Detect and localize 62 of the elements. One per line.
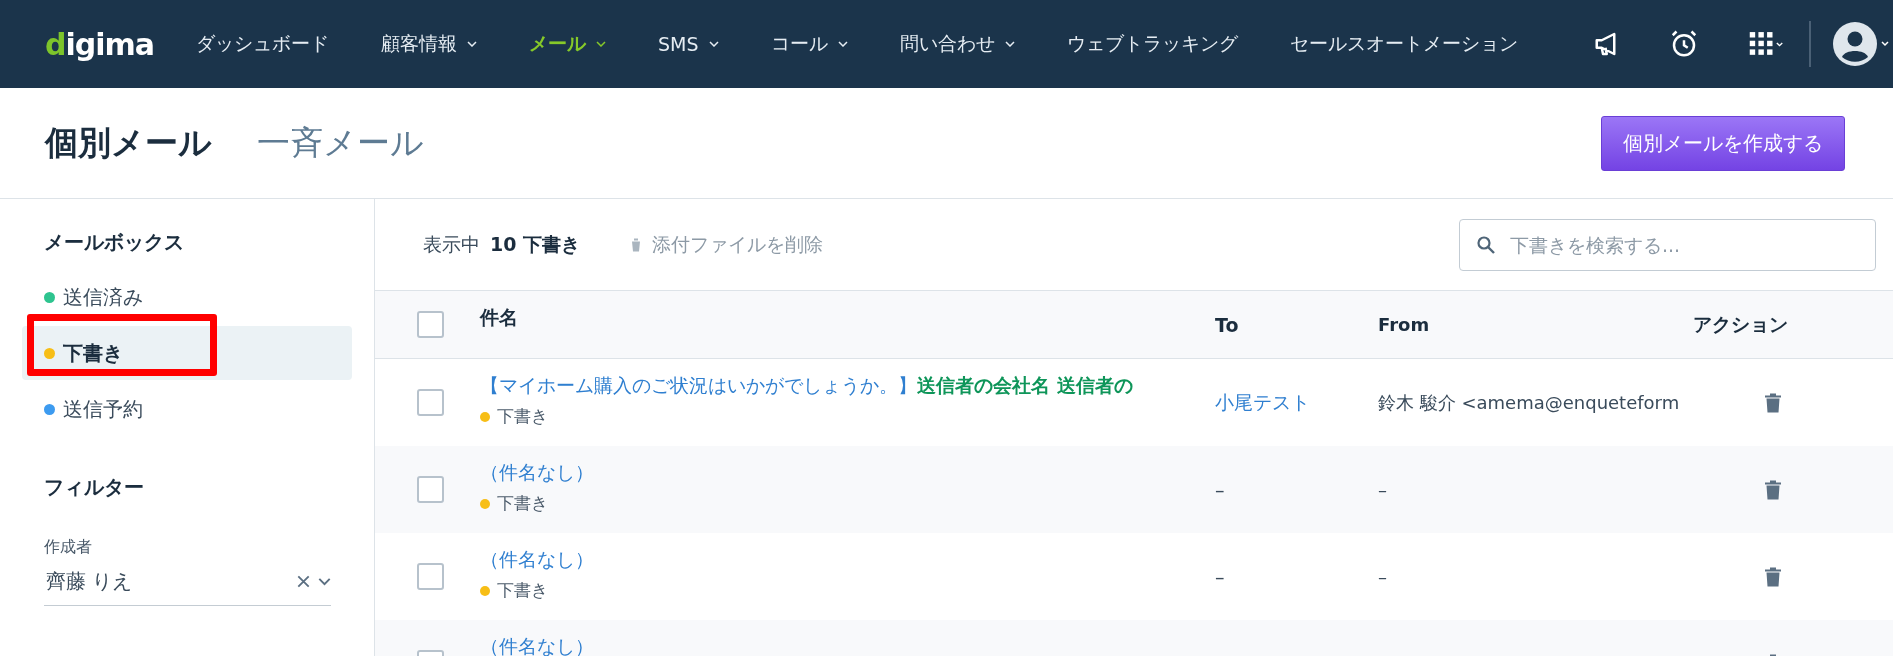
email-subject-link[interactable]: （件名なし） [480, 547, 1215, 573]
nav-menu-item[interactable]: SMS [658, 33, 719, 55]
nav-menu-item[interactable]: メール [529, 31, 607, 57]
logo[interactable]: digima [45, 26, 155, 62]
author-select[interactable]: 齊藤 りえ [44, 564, 331, 606]
nav-menu-item[interactable]: ダッシュボード [196, 31, 330, 57]
trash-icon[interactable] [1765, 392, 1781, 413]
column-header: 件名 [480, 305, 519, 330]
row-checkbox[interactable] [417, 389, 444, 416]
table-cell: – [1378, 566, 1387, 587]
column-header: From [1378, 314, 1431, 335]
status-dot [480, 498, 490, 509]
filter-label: 作成者 [43, 537, 93, 558]
mailbox-heading: メールボックス [43, 229, 185, 256]
search-field[interactable]: 下書きを検索する... [1459, 218, 1876, 271]
nav-menu-item[interactable]: ウェブトラッキング [1066, 31, 1238, 57]
nav-menu-item[interactable]: コール [770, 31, 848, 57]
table-cell: – [1215, 478, 1225, 501]
email-subject-link[interactable]: （件名なし） [480, 460, 1215, 486]
trash-icon [630, 237, 643, 252]
mailbox-label: 下書き [63, 339, 123, 367]
chevron-down-icon [1004, 41, 1015, 47]
chevron-down-icon [837, 41, 848, 47]
showing-label: 表示中 [423, 231, 480, 257]
create-mail-button[interactable]: 個別メールを作成する [1601, 115, 1845, 171]
status-dot [480, 411, 490, 422]
status-dot [480, 585, 490, 596]
trash-icon[interactable] [1765, 479, 1781, 500]
status-label: 下書き [497, 492, 548, 515]
status-label: 下書き [497, 579, 548, 602]
trash-icon[interactable] [1765, 566, 1781, 587]
row-checkbox[interactable] [417, 476, 444, 503]
user-avatar-icon[interactable] [1833, 22, 1889, 66]
mail-type-tab[interactable]: 個別メール [45, 120, 212, 166]
mail-type-tab[interactable]: 一斉メール [257, 120, 424, 166]
column-header: To [1215, 313, 1240, 336]
mailbox-label: 送信済み [63, 283, 143, 311]
search-input[interactable]: 下書きを検索する... [1508, 232, 1875, 257]
status-label: 下書き [497, 405, 548, 428]
email-subject-link[interactable]: 【マイホーム購入のご状況はいかがでしょうか。】送信者の会社名 送信者の [480, 373, 1215, 399]
nav-menu-item[interactable]: 問い合わせ [899, 31, 1015, 57]
column-header: アクション [1693, 311, 1789, 337]
chevron-down-icon [467, 41, 478, 47]
mailbox-item[interactable]: 下書き [22, 326, 352, 380]
filter-heading: フィルター [43, 474, 145, 501]
nav-menu-item[interactable]: セールスオートメーション [1289, 31, 1518, 57]
select-all-checkbox[interactable] [417, 311, 444, 338]
table-cell: – [1378, 479, 1387, 500]
mailbox-label: 送信予約 [63, 395, 143, 423]
alarm-clock-icon[interactable] [1669, 29, 1699, 59]
mailbox-item[interactable]: 送信予約 [22, 382, 352, 436]
draft-count: 10 下書き [490, 231, 581, 257]
table-cell: – [1215, 565, 1225, 588]
table-cell: 鈴木 駿介 <amema@enqueteform [1378, 391, 1680, 413]
row-checkbox[interactable] [417, 563, 444, 590]
mailbox-item[interactable]: 送信済み [22, 270, 352, 324]
chevron-down-icon [708, 41, 719, 47]
recipient-link[interactable]: 小尾テスト [1215, 390, 1310, 413]
search-icon [1476, 234, 1496, 255]
chevron-down-icon [596, 41, 607, 47]
nav-menu-item[interactable]: 顧客情報 [381, 31, 478, 57]
clear-icon[interactable] [297, 575, 310, 588]
